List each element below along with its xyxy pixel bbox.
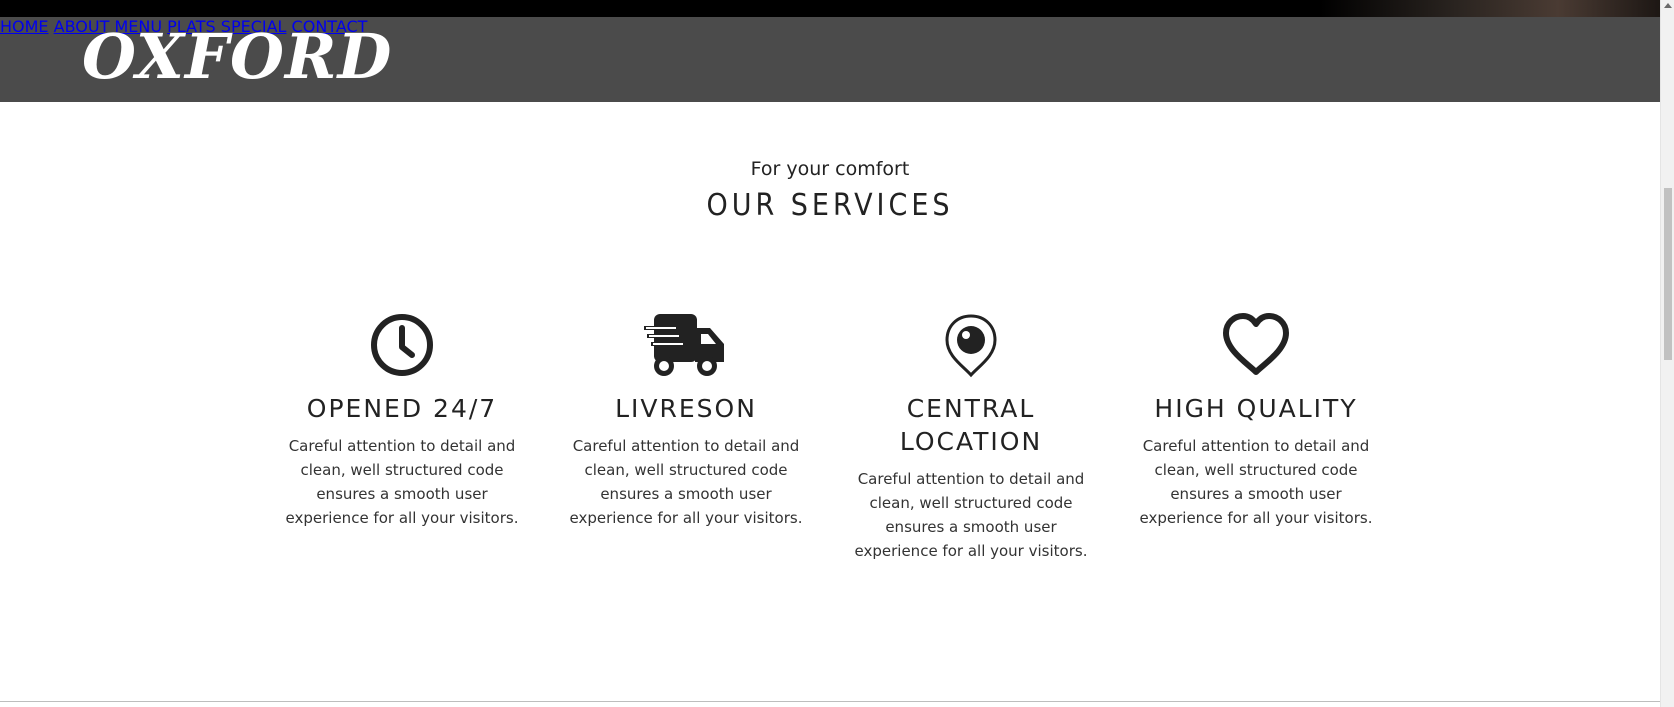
services-subtitle: For your comfort [750, 158, 910, 180]
service-title: OPENED 24/7 [306, 394, 498, 423]
scrollbar-thumb[interactable] [1664, 188, 1672, 360]
section-divider [0, 701, 1660, 702]
location-pin-icon [841, 312, 1101, 380]
hero-image-strip [0, 0, 1660, 17]
hero-image-fragment [1320, 0, 1660, 17]
page: OXFORD HOME ABOUT MENU PLATS SPECIAL CON… [0, 0, 1674, 707]
delivery-truck-icon [556, 312, 816, 380]
navbar: OXFORD HOME ABOUT MENU PLATS SPECIAL CON… [0, 17, 1660, 102]
service-card-opened: OPENED 24/7 Careful attention to detail … [272, 312, 532, 530]
service-description: Careful attention to detail and clean, w… [1139, 437, 1373, 527]
vertical-scrollbar[interactable] [1660, 0, 1674, 707]
service-title: CENTRAL LOCATION [899, 394, 1043, 456]
service-description: Careful attention to detail and clean, w… [854, 470, 1088, 560]
nav-home[interactable]: HOME [0, 17, 49, 36]
service-card-livreson: LIVRESON Careful attention to detail and… [556, 312, 816, 530]
services-title: OUR SERVICES [706, 188, 954, 223]
service-card-high-quality: HIGH QUALITY Careful attention to detail… [1126, 312, 1386, 530]
service-description: Careful attention to detail and clean, w… [285, 437, 519, 527]
heart-icon [1126, 312, 1386, 380]
service-description: Careful attention to detail and clean, w… [569, 437, 803, 527]
clock-icon [272, 312, 532, 380]
scroll-up-arrow-icon[interactable] [1664, 3, 1672, 8]
site-logo[interactable]: OXFORD [82, 17, 392, 102]
service-card-central-location: CENTRAL LOCATION Careful attention to de… [841, 312, 1101, 563]
service-title: HIGH QUALITY [1154, 394, 1358, 423]
service-title: LIVRESON [615, 394, 757, 423]
